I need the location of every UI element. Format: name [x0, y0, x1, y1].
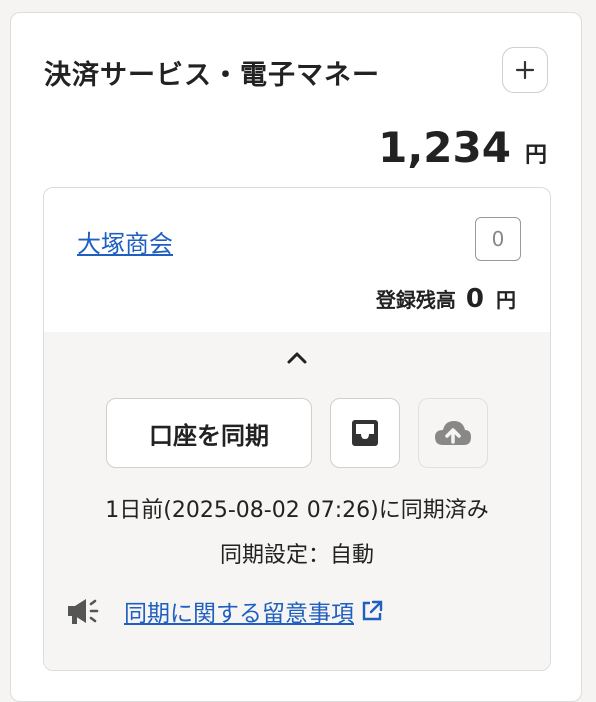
registered-balance: 登録残高 0 円 — [376, 284, 516, 314]
sync-notice: 同期に関する留意事項 — [66, 594, 384, 628]
cloud-upload-icon — [435, 421, 471, 445]
external-link-icon[interactable] — [360, 599, 384, 623]
total-unit: 円 — [524, 143, 547, 168]
inbox-button[interactable] — [330, 398, 400, 468]
inbox-icon — [352, 420, 378, 446]
balance-amount: 0 — [465, 284, 484, 314]
account-card: 大塚商会 0 登録残高 0 円 口座を同期 1日前(2025-08-02 07:… — [43, 187, 551, 671]
count-badge: 0 — [475, 217, 521, 261]
chevron-up-icon[interactable] — [285, 346, 309, 370]
sync-setting-text: 同期設定：自動 — [219, 543, 374, 568]
add-button[interactable] — [502, 47, 548, 93]
card-title: 決済サービス・電子マネー — [44, 60, 380, 91]
payment-services-card: 決済サービス・電子マネー 1,234 円 大塚商会 0 登録残高 0 円 口座を… — [10, 12, 582, 702]
sync-panel: 口座を同期 1日前(2025-08-02 07:26)に同期済み 同期設定：自動 — [44, 332, 550, 670]
balance-label: 登録残高 — [375, 288, 456, 312]
total-amount: 1,234 — [378, 123, 511, 172]
balance-unit: 円 — [496, 288, 516, 312]
sync-status-text: 1日前(2025-08-02 07:26)に同期済み — [105, 498, 489, 523]
total-balance: 1,234 円 — [378, 123, 547, 172]
plus-icon — [515, 60, 535, 80]
megaphone-icon — [68, 599, 99, 624]
sync-notice-link[interactable]: 同期に関する留意事項 — [124, 594, 354, 628]
cloud-upload-button[interactable] — [418, 398, 488, 468]
sync-account-button[interactable]: 口座を同期 — [106, 398, 312, 468]
account-name-link[interactable]: 大塚商会 — [77, 224, 173, 259]
